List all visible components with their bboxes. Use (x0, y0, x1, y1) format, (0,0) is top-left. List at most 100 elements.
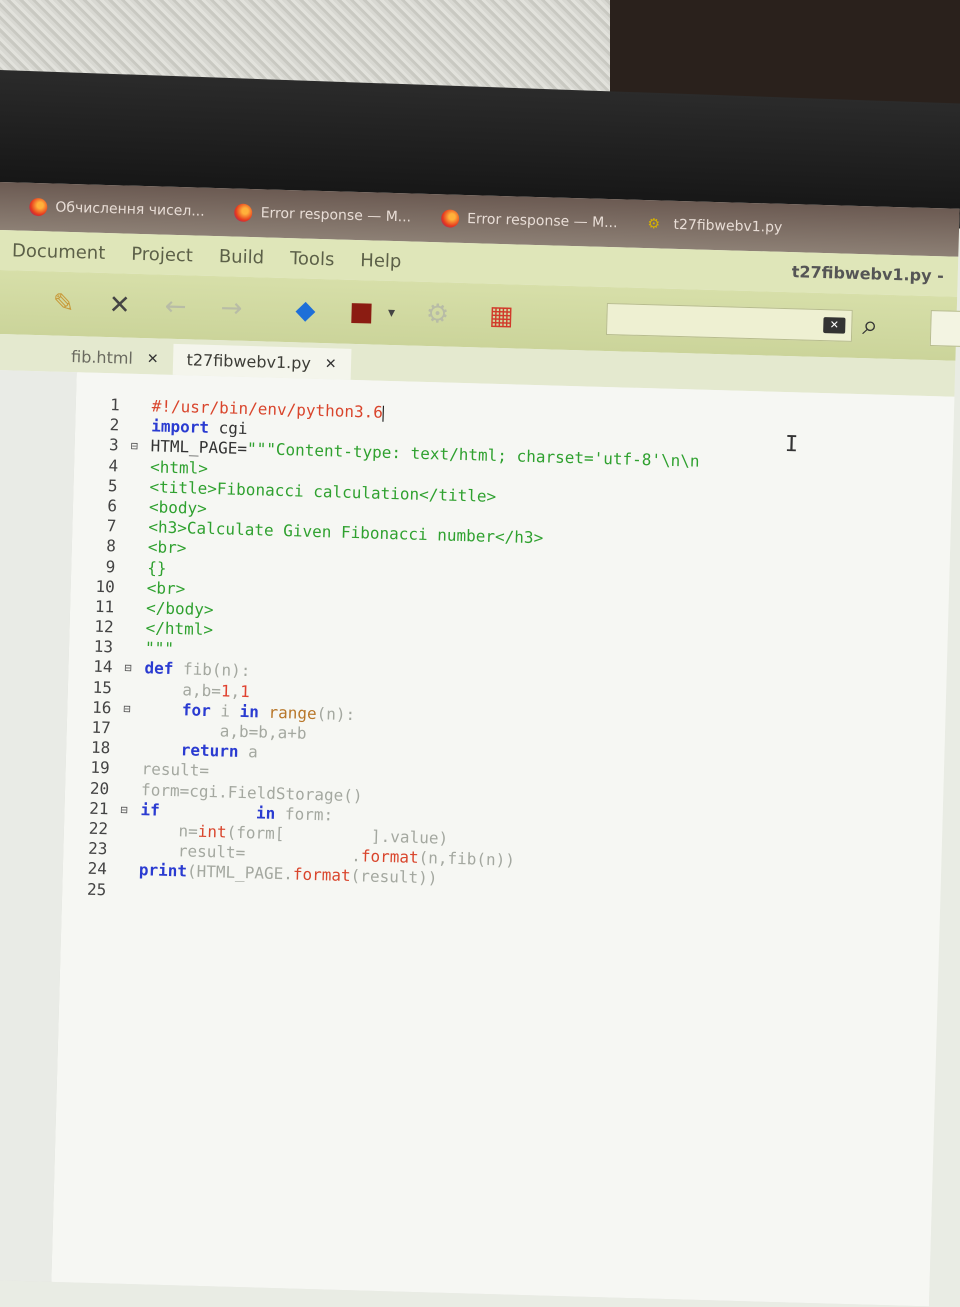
code-token: </html> (145, 618, 214, 640)
code-token: n= (139, 820, 199, 841)
fold-line (122, 739, 137, 760)
browser-tab[interactable]: ⚙ t27fibwebv1.py (647, 215, 782, 237)
code-token: a (238, 742, 259, 762)
fold-toggle-icon[interactable]: ⊟ (124, 658, 139, 679)
firefox-icon (29, 197, 48, 217)
ibeam-cursor-icon: I (784, 432, 799, 458)
fold-toggle-icon[interactable]: ⊟ (130, 436, 145, 457)
tab-label: t27fibwebv1.py (186, 350, 312, 373)
code-token: in (239, 701, 260, 722)
window-title: t27fibwebv1.py - (791, 262, 945, 286)
run-icon[interactable]: ⚙ (420, 297, 455, 332)
menu-project[interactable]: Project (131, 243, 193, 266)
tab-label: fib.html (70, 347, 134, 368)
code-token: for (143, 699, 212, 720)
tab-t27fibwebv1-py[interactable]: t27fibwebv1.py ✕ (172, 343, 352, 380)
code-editor[interactable]: 1 2 3 4 5 6 7 8 9 10 11 12 13 14 15 16 17 18 19 20 21 22 23 24 2… (51, 372, 955, 1307)
dropdown-icon[interactable]: ▾ (384, 296, 399, 330)
code-token: HTML_PAGE= (150, 436, 248, 459)
goto-line-input[interactable] (929, 310, 960, 347)
fold-line (130, 456, 145, 477)
fold-toggle-icon[interactable]: ⊟ (120, 799, 135, 820)
menu-build[interactable]: Build (219, 246, 265, 268)
code-token: </body> (145, 598, 214, 620)
close-icon[interactable]: ✕ (102, 288, 137, 323)
fold-line (125, 618, 140, 639)
line-number: 13 (93, 637, 114, 657)
code-token: <body> (148, 497, 208, 518)
python-icon: ⚙ (647, 216, 661, 233)
code-token: i (210, 700, 240, 721)
line-number: 14 (92, 657, 113, 677)
browser-tab-label: t27fibwebv1.py (673, 216, 783, 236)
code-token: (n,fib(n)) (418, 848, 516, 870)
fold-line (129, 476, 144, 497)
text-caret (382, 405, 385, 422)
code-token: a,b= (143, 678, 222, 700)
line-number: 16 (91, 697, 112, 718)
fold-toggle-icon[interactable]: ⊟ (123, 698, 138, 719)
fold-line (121, 759, 136, 780)
code-token: format (292, 864, 351, 886)
fold-line (120, 820, 135, 841)
compile-icon[interactable]: ◆ (288, 293, 323, 328)
search-input[interactable]: ✕ (605, 302, 853, 342)
code-token: 1 (220, 680, 231, 701)
back-icon[interactable]: ← (158, 289, 193, 324)
code-token: range (258, 702, 317, 723)
clear-search-icon[interactable]: ✕ (823, 317, 846, 334)
fold-line (126, 577, 141, 598)
line-number: 7 (106, 516, 117, 536)
screen: Обчислення чисел... Error response — M..… (0, 182, 960, 1307)
fold-line (119, 860, 134, 881)
browser-tab-label: Error response — M... (466, 211, 618, 232)
line-number: 25 (86, 879, 107, 899)
browser-tab[interactable]: Error response — M... (440, 209, 618, 232)
code-token: <br> (147, 537, 187, 558)
code-token: 1 (239, 681, 251, 701)
line-number: 22 (88, 818, 109, 839)
fold-line (121, 779, 136, 800)
code-token: print (138, 860, 188, 881)
menu-help[interactable]: Help (360, 250, 402, 272)
close-tab-icon[interactable]: ✕ (325, 356, 337, 372)
line-number: 5 (107, 475, 118, 496)
code-token: fib(n): (173, 659, 251, 681)
code-token: """ (144, 638, 175, 659)
code-token: import (150, 416, 210, 438)
fold-line (125, 638, 140, 659)
browser-tab-label: Обчислення чисел... (55, 199, 205, 220)
code-token: cgi (208, 418, 248, 439)
line-number: 11 (94, 596, 115, 617)
line-number: 3 (108, 435, 119, 455)
browser-tab[interactable]: Error response — M... (234, 203, 411, 227)
forward-icon[interactable]: → (214, 291, 249, 326)
browser-tab[interactable]: Обчислення чисел... (29, 197, 205, 221)
code-token: <br> (146, 577, 186, 599)
line-number: 12 (94, 616, 114, 637)
fold-line (129, 497, 144, 518)
menu-document[interactable]: Document (12, 240, 106, 264)
code-token: int (197, 821, 227, 842)
fold-line (119, 840, 134, 861)
code-token: (result)) (350, 866, 438, 888)
firefox-icon (234, 203, 253, 223)
tab-fib-html[interactable]: fib.html ✕ (57, 341, 173, 375)
code-area[interactable]: #!/usr/bin/env/python3.6 import cgi HTML_P… (138, 396, 701, 916)
line-number: 20 (89, 778, 110, 798)
build-icon[interactable]: ■ (344, 295, 379, 330)
line-number: 19 (90, 758, 110, 778)
line-number: 24 (87, 859, 108, 879)
line-number: 8 (105, 536, 117, 556)
menu-tools[interactable]: Tools (290, 248, 335, 270)
search-icon[interactable]: ⌕ (862, 308, 879, 342)
code-token: in (255, 803, 276, 823)
line-number: 4 (108, 455, 119, 475)
code-token: form: (275, 803, 334, 825)
code-token: return (141, 739, 239, 762)
code-token: {} (147, 557, 167, 578)
close-tab-icon[interactable]: ✕ (147, 351, 159, 367)
line-number: 18 (90, 737, 111, 758)
save-icon[interactable]: ✎ (46, 286, 81, 321)
color-chooser-icon[interactable]: ▦ (484, 299, 519, 334)
